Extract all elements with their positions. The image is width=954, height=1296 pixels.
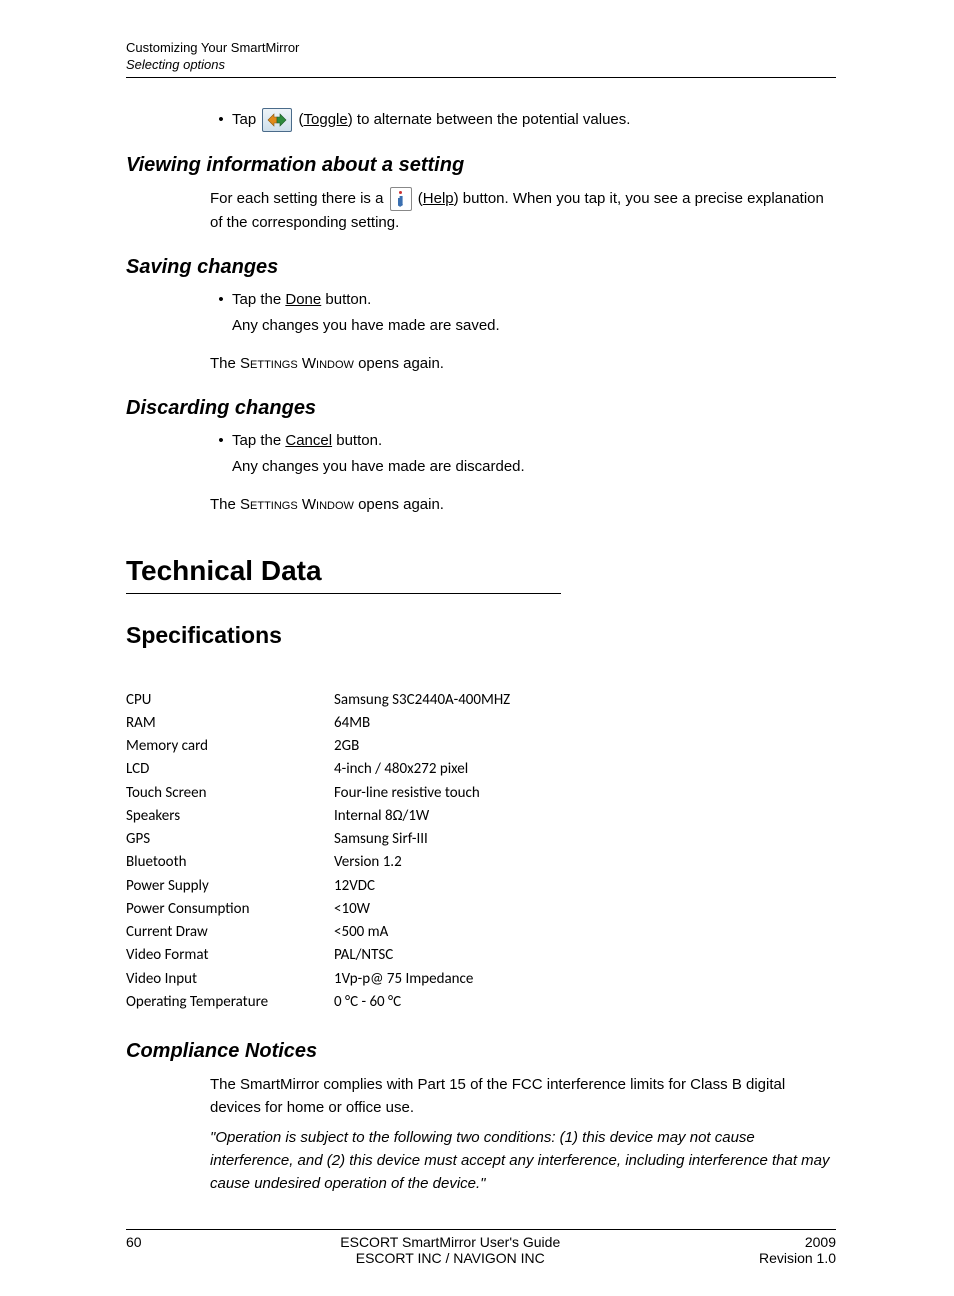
spec-label: Current Draw	[126, 921, 334, 944]
spec-row: BluetoothVersion 1.2	[126, 851, 836, 874]
text: opens again.	[354, 355, 444, 372]
spec-row: Operating Temperature0 °C - 60 °C	[126, 991, 836, 1014]
text: opens again.	[354, 496, 444, 513]
spec-label: Power Consumption	[126, 898, 334, 921]
viewing-paragraph: For each setting there is a (Help) butto…	[210, 187, 836, 234]
text: button.	[321, 291, 371, 308]
footer-company: ESCORT INC / NAVIGON INC	[142, 1250, 759, 1266]
spec-table: CPUSamsung S3C2440A-400MHZRAM64MBMemory …	[126, 689, 836, 1015]
spec-label: GPS	[126, 828, 334, 851]
spec-row: Video FormatPAL/NTSC	[126, 944, 836, 967]
done-label: Done	[285, 291, 321, 308]
spec-value: Samsung Sirf-III	[334, 828, 428, 851]
bullet-cancel: • Tap the Cancel button.	[210, 430, 836, 451]
cancel-label: Cancel	[285, 432, 332, 449]
spec-label: Bluetooth	[126, 851, 334, 874]
spec-row: Touch ScreenFour-line resistive touch	[126, 782, 836, 805]
spec-value: 64MB	[334, 712, 370, 735]
spec-row: GPSSamsung Sirf-III	[126, 828, 836, 851]
heading-discarding: Discarding changes	[126, 397, 836, 420]
spec-label: Video Format	[126, 944, 334, 967]
spec-row: Power Supply12VDC	[126, 875, 836, 898]
footer-year: 2009	[759, 1234, 836, 1250]
bullet-marker: •	[210, 291, 232, 308]
spec-value: 4-inch / 480x272 pixel	[334, 758, 468, 781]
spec-label: RAM	[126, 712, 334, 735]
spec-value: <10W	[334, 898, 370, 921]
spec-row: Power Consumption<10W	[126, 898, 836, 921]
bullet-toggle: • Tap (Toggle) to alternate between the …	[210, 108, 836, 132]
text: The	[210, 496, 240, 513]
spec-value: 0 °C - 60 °C	[334, 991, 401, 1014]
spec-row: CPUSamsung S3C2440A-400MHZ	[126, 689, 836, 712]
spec-label: Power Supply	[126, 875, 334, 898]
spec-row: Video Input1Vp-p@ 75 Impedance	[126, 968, 836, 991]
heading-saving: Saving changes	[126, 256, 836, 279]
bullet-done: • Tap the Done button.	[210, 289, 836, 310]
compliance-quote: "Operation is subject to the following t…	[210, 1126, 836, 1196]
discarding-after: The Settings Window opens again.	[210, 493, 836, 516]
footer-page-number: 60	[126, 1234, 142, 1266]
text: to alternate between the potential value…	[353, 111, 631, 128]
text: The	[210, 355, 240, 372]
heading-rule	[126, 593, 561, 594]
heading-technical-data: Technical Data	[126, 555, 836, 593]
cancel-followup: Any changes you have made are discarded.	[232, 455, 836, 479]
saving-after: The Settings Window opens again.	[210, 352, 836, 375]
bullet-marker: •	[210, 111, 232, 128]
spec-label: Operating Temperature	[126, 991, 334, 1014]
spec-row: Current Draw<500 mA	[126, 921, 836, 944]
spec-label: LCD	[126, 758, 334, 781]
header-section: Selecting options	[126, 57, 836, 74]
spec-row: LCD4-inch / 480x272 pixel	[126, 758, 836, 781]
settings-window-label: Settings Window	[240, 355, 354, 372]
spec-value: 2GB	[334, 735, 359, 758]
text: Tap the	[232, 432, 285, 449]
heading-specifications: Specifications	[126, 622, 836, 649]
text: For each setting there is a	[210, 190, 388, 207]
settings-window-label: Settings Window	[240, 496, 354, 513]
spec-row: RAM64MB	[126, 712, 836, 735]
running-header: Customizing Your SmartMirror Selecting o…	[126, 40, 836, 78]
spec-label: CPU	[126, 689, 334, 712]
spec-value: Four-line resistive touch	[334, 782, 480, 805]
spec-label: Touch Screen	[126, 782, 334, 805]
spec-value: Version 1.2	[334, 851, 402, 874]
bullet-marker: •	[210, 432, 232, 449]
heading-viewing: Viewing information about a setting	[126, 154, 836, 177]
compliance-p1: The SmartMirror complies with Part 15 of…	[210, 1073, 836, 1120]
spec-value: PAL/NTSC	[334, 944, 393, 967]
header-chapter: Customizing Your SmartMirror	[126, 40, 836, 57]
spec-label: Speakers	[126, 805, 334, 828]
spec-row: SpeakersInternal 8Ω/1W	[126, 805, 836, 828]
toggle-icon	[262, 108, 292, 132]
help-icon	[390, 187, 412, 211]
spec-label: Memory card	[126, 735, 334, 758]
heading-compliance: Compliance Notices	[126, 1040, 836, 1063]
text: )	[454, 190, 459, 207]
toggle-label: Toggle	[304, 111, 348, 128]
text: Tap the	[232, 291, 285, 308]
spec-value: Samsung S3C2440A-400MHZ	[334, 689, 510, 712]
text: Tap	[232, 111, 260, 128]
text: button.	[332, 432, 382, 449]
help-label: Help	[423, 190, 454, 207]
footer-revision: Revision 1.0	[759, 1250, 836, 1266]
spec-value: Internal 8Ω/1W	[334, 805, 429, 828]
spec-value: 1Vp-p@ 75 Impedance	[334, 968, 473, 991]
spec-value: <500 mA	[334, 921, 388, 944]
spec-value: 12VDC	[334, 875, 375, 898]
footer-title: ESCORT SmartMirror User's Guide	[142, 1234, 759, 1250]
done-followup: Any changes you have made are saved.	[232, 314, 836, 338]
spec-label: Video Input	[126, 968, 334, 991]
spec-row: Memory card2GB	[126, 735, 836, 758]
